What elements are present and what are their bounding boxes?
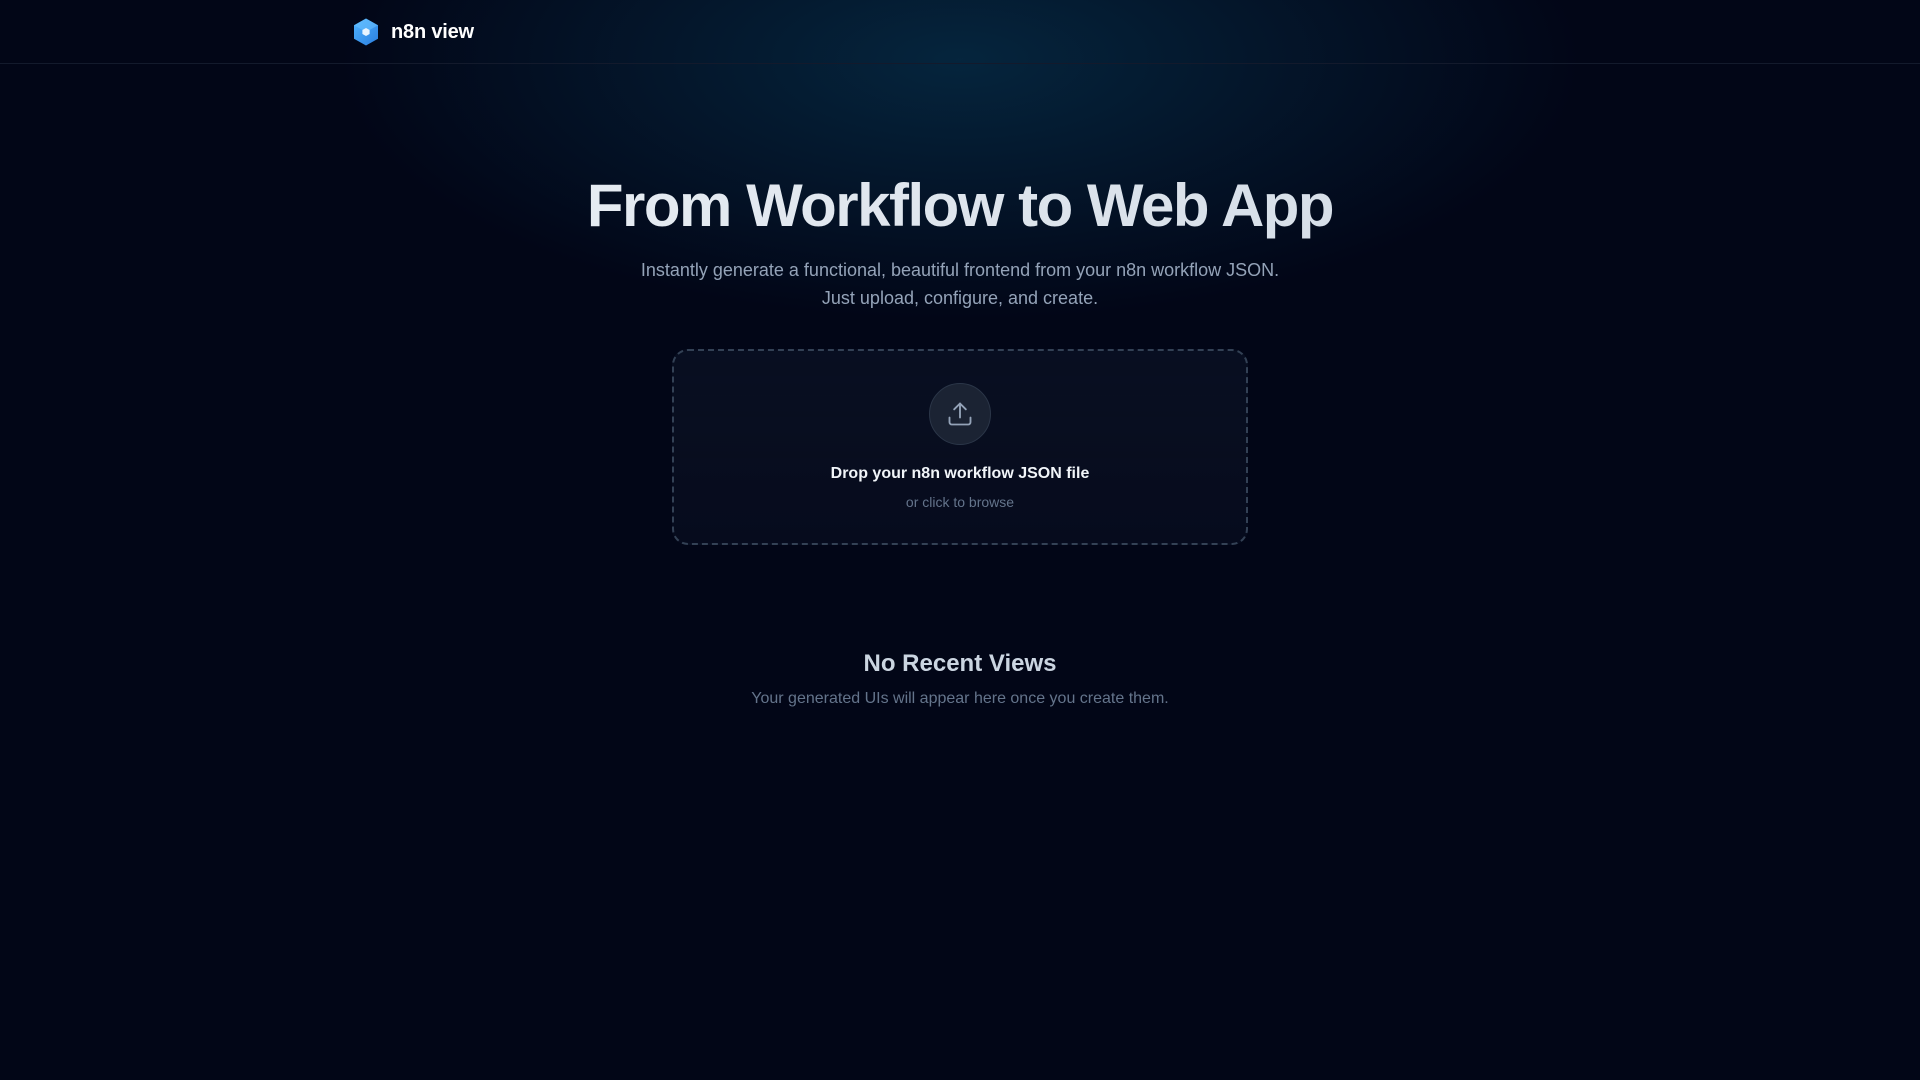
top-navigation-bar: n8n view bbox=[0, 0, 1920, 64]
hero-section: From Workflow to Web App Instantly gener… bbox=[0, 168, 1920, 312]
brand-home-link[interactable]: n8n view bbox=[351, 17, 474, 47]
upload-icon-container bbox=[929, 383, 991, 445]
file-dropzone[interactable]: Drop your n8n workflow JSON file or clic… bbox=[672, 349, 1248, 545]
brand-name: n8n view bbox=[391, 20, 474, 43]
recent-views-title: No Recent Views bbox=[863, 650, 1057, 677]
hero-subtitle: Instantly generate a functional, beautif… bbox=[0, 256, 1920, 312]
recent-views-section: No Recent Views Your generated UIs will … bbox=[0, 648, 1920, 711]
recent-views-empty-message: Your generated UIs will appear here once… bbox=[751, 690, 1169, 707]
dropzone-browse-hint: or click to browse bbox=[905, 494, 1015, 510]
hexagon-logo-icon bbox=[354, 18, 378, 46]
dropzone-title: Drop your n8n workflow JSON file bbox=[830, 465, 1090, 482]
page-title: From Workflow to Web App bbox=[0, 168, 1920, 244]
hero-subtitle-line-1: Instantly generate a functional, beautif… bbox=[640, 260, 1280, 280]
upload-icon bbox=[948, 402, 972, 426]
hero-subtitle-line-2: Just upload, configure, and create. bbox=[821, 288, 1099, 308]
